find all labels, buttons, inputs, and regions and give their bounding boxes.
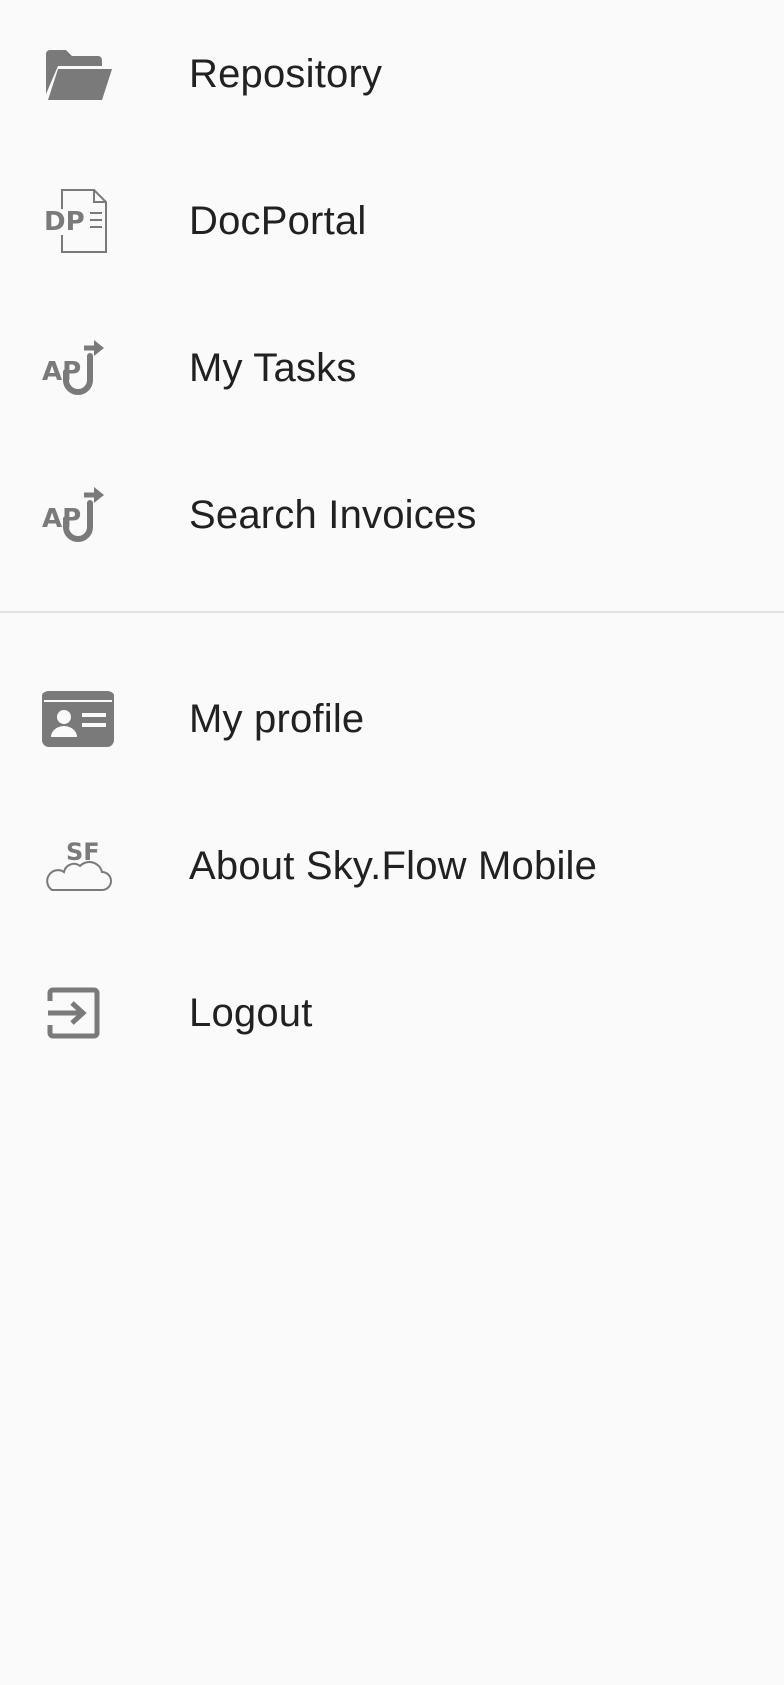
ap-search-invoices-icon: AP bbox=[42, 479, 114, 551]
svg-text:AP: AP bbox=[42, 357, 81, 387]
menu-item-label: DocPortal bbox=[189, 198, 367, 243]
navigation-drawer: Repository DP DocPortal AP My Tasks AP S… bbox=[0, 0, 784, 1685]
menu-item-label: Logout bbox=[189, 990, 313, 1035]
menu-item-label: About Sky.Flow Mobile bbox=[189, 843, 598, 888]
primary-menu: Repository DP DocPortal AP My Tasks AP S… bbox=[0, 0, 784, 588]
secondary-menu: My profile SF About Sky.Flow Mobile Logo… bbox=[0, 645, 784, 1086]
id-card-icon bbox=[42, 683, 114, 755]
menu-item-label: My Tasks bbox=[189, 345, 357, 390]
ap-tasks-icon: AP bbox=[42, 332, 114, 404]
menu-item-my-profile[interactable]: My profile bbox=[0, 645, 784, 792]
skyflow-cloud-icon: SF bbox=[42, 830, 114, 902]
menu-divider bbox=[0, 611, 784, 613]
menu-item-label: Search Invoices bbox=[189, 492, 477, 537]
svg-text:AP: AP bbox=[42, 504, 81, 534]
menu-item-logout[interactable]: Logout bbox=[0, 939, 784, 1086]
folder-open-icon bbox=[42, 38, 114, 110]
logout-icon bbox=[42, 977, 114, 1049]
menu-item-docportal[interactable]: DP DocPortal bbox=[0, 147, 784, 294]
menu-item-my-tasks[interactable]: AP My Tasks bbox=[0, 294, 784, 441]
docportal-icon: DP bbox=[42, 185, 114, 257]
menu-item-search-invoices[interactable]: AP Search Invoices bbox=[0, 441, 784, 588]
menu-item-about[interactable]: SF About Sky.Flow Mobile bbox=[0, 792, 784, 939]
menu-item-repository[interactable]: Repository bbox=[0, 0, 784, 147]
menu-item-label: Repository bbox=[189, 51, 383, 96]
menu-item-label: My profile bbox=[189, 696, 365, 741]
svg-text:SF: SF bbox=[66, 838, 100, 866]
svg-text:DP: DP bbox=[44, 207, 85, 237]
